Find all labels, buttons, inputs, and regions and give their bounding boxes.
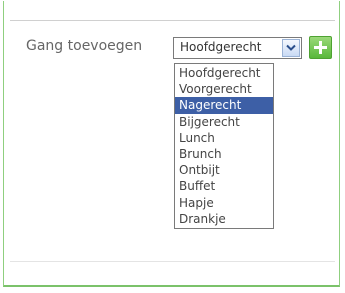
dropdown-option[interactable]: Bijgerecht (175, 114, 273, 130)
course-select[interactable]: Hoofdgerecht (173, 37, 302, 59)
chevron-down-icon[interactable] (282, 39, 300, 57)
dropdown-option-highlighted[interactable]: Nagerecht (175, 97, 273, 114)
dropdown-option[interactable]: Voorgerecht (175, 81, 273, 97)
dropdown-option[interactable]: Buffet (175, 178, 273, 194)
dropdown-option[interactable]: Hoofdgerecht (175, 65, 273, 81)
dropdown-option[interactable]: Hapje (175, 195, 273, 211)
panel-divider (10, 20, 335, 21)
panel-bottom-divider (10, 261, 335, 262)
dropdown-option[interactable]: Brunch (175, 146, 273, 162)
plus-icon[interactable] (309, 36, 332, 59)
add-course-label: Gang toevoegen (26, 38, 143, 54)
dropdown-option[interactable]: Lunch (175, 130, 273, 146)
dropdown-option[interactable]: Drankje (175, 211, 273, 227)
dropdown-option[interactable]: Ontbijt (175, 162, 273, 178)
course-select-value: Hoofdgerecht (180, 40, 262, 54)
course-dropdown-list: Hoofdgerecht Voorgerecht Nagerecht Bijge… (174, 63, 274, 229)
